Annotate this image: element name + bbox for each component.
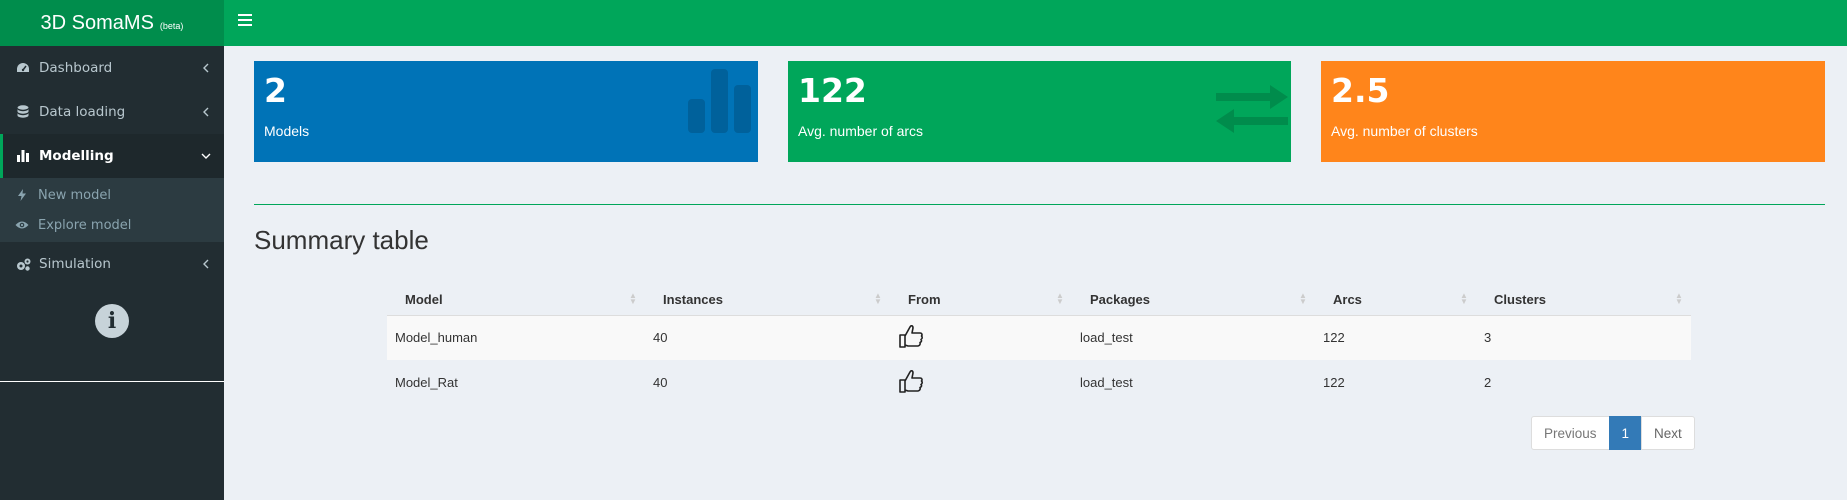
sidebar-item-dashboard[interactable]: Dashboard [0,46,224,90]
bar-chart-icon [688,69,751,133]
table-row[interactable]: Model_Rat 40 load_test 122 2 [387,360,1691,405]
app-logo[interactable]: 3D SomaMS (beta) [0,0,224,46]
sidebar-item-label: Modelling [39,148,114,164]
app-title: 3D SomaMS [40,11,154,34]
cell-packages: load_test [1080,330,1133,346]
dashboard-icon [15,60,31,76]
sidebar-item-label: Data loading [39,104,126,120]
table-row[interactable]: Model_human 40 load_test 122 3 [387,315,1691,360]
sidebar-item-simulation[interactable]: Simulation [0,242,224,286]
value-box-arcs: 122 Avg. number of arcs [788,61,1291,162]
sidebar-item-label: Simulation [39,256,111,272]
value-box-value: 122 [798,71,867,110]
value-box-caption: Models [264,123,310,139]
cell-arcs: 122 [1323,330,1345,346]
sort-icon: ▲ ▼ [629,291,637,306]
column-header-from[interactable]: From ▲ ▼ [890,284,1072,316]
chevron-down-icon [200,153,212,159]
cell-from [890,315,1072,360]
cell-packages: load_test [1080,375,1133,390]
value-box-clusters: 2.5 Avg. number of clusters [1321,61,1825,162]
sidebar-subitem-explore-model[interactable]: Explore model [0,210,224,240]
value-box-models: 2 Models [254,61,758,162]
previous-page-button[interactable]: Previous [1531,416,1610,450]
sidebar-item-data-loading[interactable]: Data loading [0,90,224,134]
cell-clusters: 3 [1484,330,1492,346]
page-1-button[interactable]: 1 [1608,416,1643,450]
column-header-clusters[interactable]: Clusters ▲ ▼ [1476,284,1691,316]
sidebar-subitem-label: Explore model [38,217,132,233]
sort-icon: ▲ ▼ [1675,291,1683,306]
sort-icon: ▲ ▼ [1056,291,1064,306]
column-header-arcs[interactable]: Arcs ▲ ▼ [1315,284,1476,316]
exchange-icon [1216,85,1288,133]
sort-icon: ▲ ▼ [1299,291,1307,306]
sort-icon: ▲ ▼ [874,291,882,306]
cell-model: Model_Rat [395,375,458,390]
next-page-button[interactable]: Next [1641,416,1695,450]
sort-icon: ▲ ▼ [1460,291,1468,306]
thumbs-up-icon [899,325,923,349]
value-box-caption: Avg. number of clusters [1331,123,1478,139]
sidebar-item-label: Dashboard [39,60,113,76]
column-header-packages[interactable]: Packages ▲ ▼ [1072,284,1315,316]
beta-badge: (beta) [159,21,184,31]
cell-clusters: 2 [1484,375,1492,390]
sidebar-divider [0,381,224,382]
bar-chart-icon [15,148,31,164]
section-title: Summary table [254,225,429,255]
cell-arcs: 122 [1323,375,1345,390]
thumbs-up-icon [899,369,923,393]
eye-icon [14,220,30,230]
cell-from [890,360,1072,405]
value-box-value: 2 [264,71,287,110]
column-header-instances[interactable]: Instances ▲ ▼ [645,284,890,316]
sidebar-toggle-icon[interactable] [238,14,252,26]
chevron-left-icon [200,259,212,269]
top-navbar [224,0,1847,46]
gears-icon [15,256,31,272]
sidebar-item-modelling[interactable]: Modelling [0,134,224,178]
modelling-submenu: New model Explore model [0,178,224,242]
bolt-icon [14,189,30,201]
chevron-left-icon [200,63,212,73]
sidebar: Dashboard Data loading Modelling New mod… [0,46,224,500]
sidebar-subitem-label: New model [38,187,111,203]
cell-model: Model_human [395,330,478,346]
value-box-caption: Avg. number of arcs [798,123,924,139]
database-icon [15,104,31,120]
column-header-model[interactable]: Model ▲ ▼ [387,284,645,316]
summary-table: Model ▲ ▼ Instances ▲ ▼ From ▲ ▼ Packages ▲ ▼ Ar… [387,284,1691,405]
section-divider [254,204,1825,205]
chevron-left-icon [200,107,212,117]
cell-instances: 40 [653,375,668,390]
value-box-value: 2.5 [1331,71,1390,110]
cell-instances: 40 [653,330,668,346]
table-header-row: Model ▲ ▼ Instances ▲ ▼ From ▲ ▼ Packages ▲ ▼ Ar… [387,284,1691,316]
info-icon[interactable]: i [95,304,129,338]
pagination: Previous 1 Next [1531,416,1695,450]
sidebar-subitem-new-model[interactable]: New model [0,180,224,210]
